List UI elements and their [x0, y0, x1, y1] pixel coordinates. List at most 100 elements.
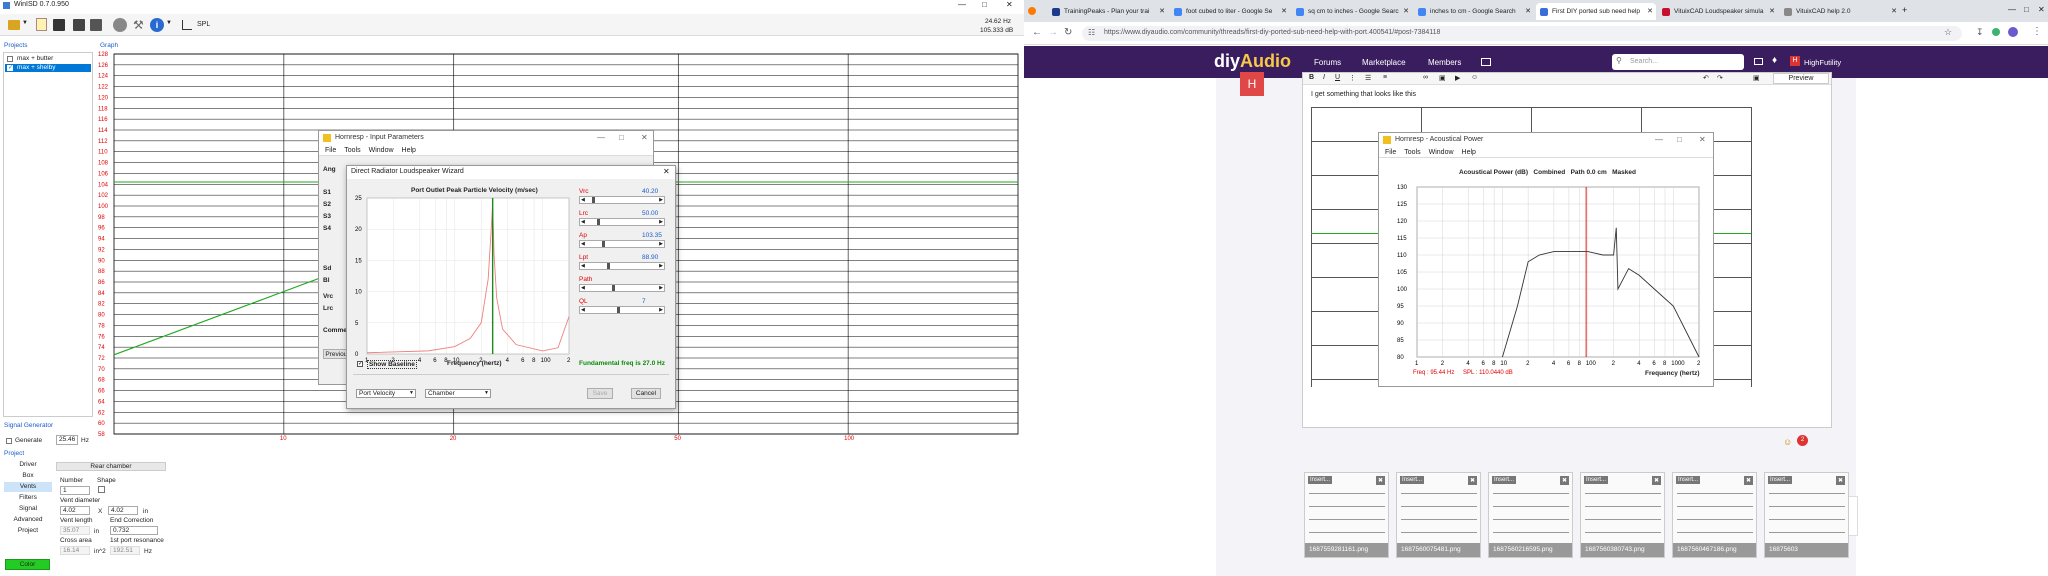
draft-icon[interactable]: ▣: [1753, 74, 1760, 82]
tab-close-icon[interactable]: ✕: [1769, 3, 1775, 20]
maximize-button[interactable]: □: [619, 131, 624, 145]
slider-vrc[interactable]: ◀ ▶: [579, 196, 665, 204]
scroll-right-icon[interactable]: ▶: [659, 241, 663, 247]
scroll-right-icon[interactable]: ▶: [659, 197, 663, 203]
link-icon[interactable]: ∞: [1423, 74, 1428, 81]
slider-thumb[interactable]: [612, 285, 615, 291]
inbox-icon[interactable]: [1754, 58, 1763, 65]
number-select[interactable]: 1: [60, 486, 90, 495]
vent-diameter-input-2[interactable]: 4.02: [108, 506, 138, 515]
reload-icon[interactable]: ↻: [1064, 27, 1072, 38]
slider-thumb[interactable]: [597, 219, 600, 225]
browser-tab[interactable]: VituixCAD Loudspeaker simula ✕: [1658, 3, 1778, 20]
delete-icon[interactable]: ✖: [1651, 476, 1661, 485]
attachment-thumbnail[interactable]: Insert... ✖ 1687560216595.png: [1488, 472, 1573, 558]
scroll-left-icon[interactable]: ◀: [581, 285, 585, 291]
close-button[interactable]: ✕: [641, 131, 648, 145]
save-button[interactable]: Save: [587, 388, 613, 399]
site-search[interactable]: ⚲ Search...: [1612, 54, 1744, 70]
tab-close-icon[interactable]: ✕: [1647, 3, 1653, 20]
notification-badge[interactable]: 2: [1797, 435, 1808, 446]
slider-thumb[interactable]: [607, 263, 610, 269]
menu-file[interactable]: File: [1385, 149, 1396, 156]
close-button[interactable]: ✕: [1006, 0, 1013, 9]
browser-tab[interactable]: inches to cm - Google Search ✕: [1414, 3, 1534, 20]
project-list[interactable]: max + butter ✓ max + shelby: [3, 52, 93, 417]
port-velocity-select[interactable]: Port Velocity: [356, 389, 416, 398]
align-icon[interactable]: ≡: [1383, 74, 1387, 81]
scroll-right-icon[interactable]: ▶: [659, 219, 663, 225]
nav-forums[interactable]: Forums: [1314, 58, 1341, 67]
minimize-button[interactable]: —: [958, 0, 966, 9]
slider-lrc[interactable]: ◀ ▶: [579, 218, 665, 226]
project-checkbox[interactable]: [7, 56, 13, 62]
wizard-close-button[interactable]: ✕: [663, 167, 670, 176]
attachment-thumbnail[interactable]: Insert... ✖ 1687560380743.png: [1580, 472, 1665, 558]
menu-help[interactable]: Help: [1462, 149, 1476, 156]
nav-item-vents[interactable]: Vents: [4, 482, 52, 492]
redo-icon[interactable]: ↷: [1717, 74, 1723, 82]
menu-tools[interactable]: Tools: [344, 147, 360, 154]
menu-window[interactable]: Window: [369, 147, 394, 154]
save-icon[interactable]: [53, 19, 65, 31]
post-avatar[interactable]: H: [1240, 72, 1264, 96]
menu-file[interactable]: File: [325, 147, 336, 154]
site-logo[interactable]: diyAudio: [1214, 51, 1291, 72]
insert-button[interactable]: Insert...: [1768, 476, 1793, 484]
scroll-right-icon[interactable]: ▶: [659, 263, 663, 269]
browser-tab[interactable]: sq cm to inches - Google Searc ✕: [1292, 3, 1412, 20]
menu-window[interactable]: Window: [1429, 149, 1454, 156]
slider-thumb[interactable]: [602, 241, 605, 247]
slider-lpt[interactable]: ◀ ▶: [579, 262, 665, 270]
tab-close-icon[interactable]: ✕: [1159, 3, 1165, 20]
new-tab-icon[interactable]: +: [1902, 5, 1907, 15]
tab-close-icon[interactable]: ✕: [1891, 3, 1897, 20]
nav-item-box[interactable]: Box: [4, 471, 52, 481]
nav-marketplace[interactable]: Marketplace: [1362, 58, 1406, 67]
tools-icon[interactable]: ⚒: [133, 18, 144, 32]
whats-new-icon[interactable]: [1481, 58, 1491, 66]
slider-ql[interactable]: ◀ ▶: [579, 306, 665, 314]
save-as-icon[interactable]: [73, 19, 85, 31]
show-baseline-label[interactable]: Show Baseline: [367, 360, 417, 369]
new-file-icon[interactable]: [36, 18, 47, 31]
nav-members[interactable]: Members: [1428, 58, 1461, 67]
more-formatting-icon[interactable]: ⋮: [1349, 74, 1356, 82]
info-icon[interactable]: i: [150, 18, 164, 32]
tab-close-icon[interactable]: ✕: [1403, 3, 1409, 20]
scroll-left-icon[interactable]: ◀: [581, 241, 585, 247]
insert-button[interactable]: Insert...: [1584, 476, 1609, 484]
menu-icon[interactable]: ⋮: [2032, 26, 2042, 37]
slider-thumb[interactable]: [592, 197, 595, 203]
firefox-icon[interactable]: [1028, 7, 1036, 15]
star-icon[interactable]: ☆: [1944, 27, 1952, 38]
media-icon[interactable]: ▶: [1455, 74, 1460, 82]
folder-open-icon[interactable]: [8, 20, 20, 30]
scroll-left-icon[interactable]: ◀: [581, 197, 585, 203]
project-item[interactable]: max + butter: [5, 55, 91, 63]
scroll-right-icon[interactable]: ▶: [659, 285, 663, 291]
nav-item-filters[interactable]: Filters: [4, 493, 52, 503]
bell-icon[interactable]: ♦: [1772, 55, 1777, 66]
insert-button[interactable]: Insert...: [1492, 476, 1517, 484]
browser-tab[interactable]: TrainingPeaks - Plan your trai ✕: [1048, 3, 1168, 20]
delete-icon[interactable]: ✖: [1835, 476, 1845, 485]
nav-item-driver[interactable]: Driver: [4, 460, 52, 470]
site-info-icon[interactable]: ☷: [1088, 28, 1095, 37]
end-correction-select[interactable]: 0.732: [110, 526, 158, 535]
tab-close-icon[interactable]: ✕: [1525, 3, 1531, 20]
browser-tab[interactable]: First DIY ported sub need help ✕: [1536, 3, 1656, 20]
url-text[interactable]: https://www.diyaudio.com/community/threa…: [1104, 29, 1440, 36]
underline-icon[interactable]: U: [1335, 74, 1340, 81]
emoji-icon[interactable]: ☺: [1471, 74, 1478, 81]
insert-button[interactable]: Insert...: [1676, 476, 1701, 484]
speaker-icon[interactable]: [113, 18, 127, 32]
nav-item-signal[interactable]: Signal: [4, 504, 52, 514]
delete-icon[interactable]: ✖: [1375, 476, 1385, 485]
extension-icon[interactable]: [1992, 28, 2000, 36]
menu-tools[interactable]: Tools: [1404, 149, 1420, 156]
list-icon[interactable]: ☰: [1365, 74, 1371, 82]
profile-icon[interactable]: [2008, 27, 2018, 37]
cancel-button[interactable]: Cancel: [631, 388, 661, 399]
smiley-icon[interactable]: ☺: [1783, 437, 1792, 447]
